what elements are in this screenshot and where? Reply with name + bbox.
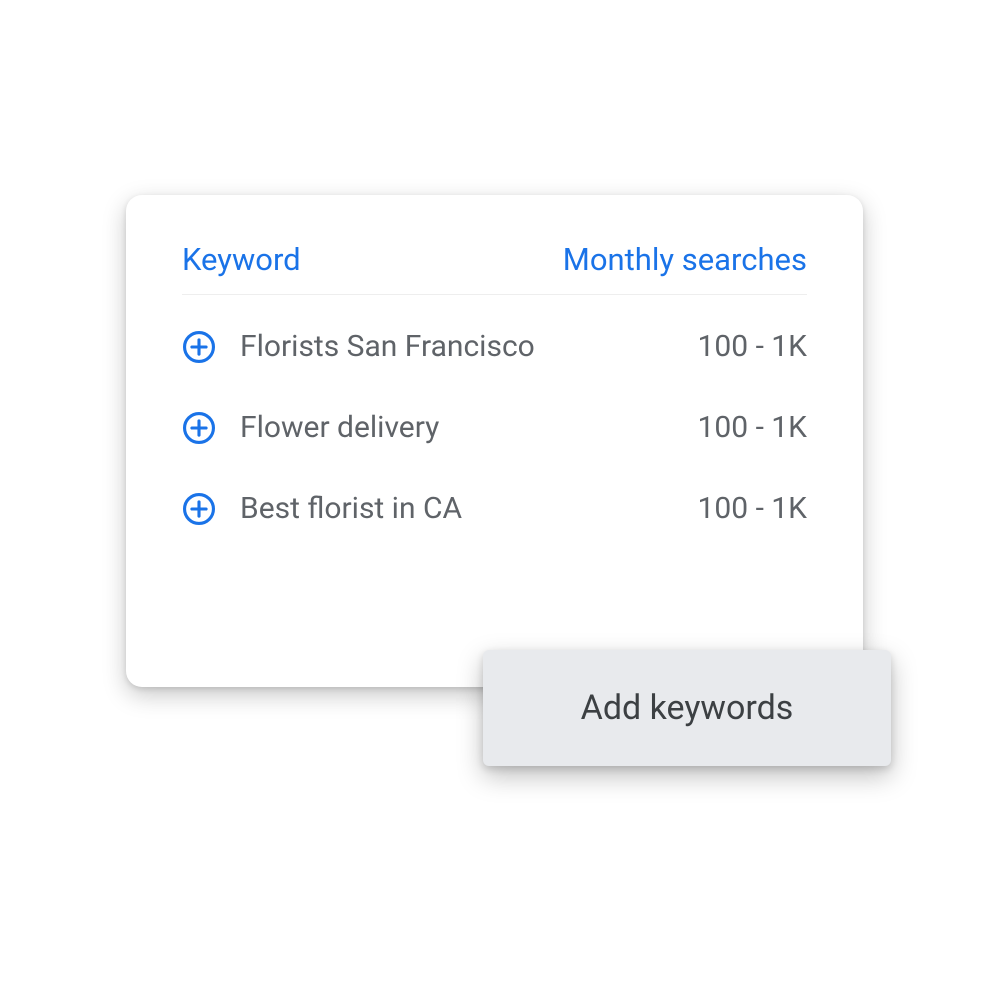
keyword-label: Best florist in CA bbox=[240, 491, 667, 526]
table-row: Flower delivery 100 - 1K bbox=[182, 410, 807, 445]
keyword-label: Flower delivery bbox=[240, 410, 667, 445]
table-row: Florists San Francisco 100 - 1K bbox=[182, 329, 807, 364]
table-body: Florists San Francisco 100 - 1K Flower d… bbox=[182, 329, 807, 526]
searches-value: 100 - 1K bbox=[667, 329, 807, 364]
add-icon[interactable] bbox=[182, 492, 216, 526]
add-icon[interactable] bbox=[182, 411, 216, 445]
keyword-label: Florists San Francisco bbox=[240, 329, 667, 364]
add-icon[interactable] bbox=[182, 330, 216, 364]
add-keywords-label: Add keywords bbox=[581, 688, 794, 728]
table-row: Best florist in CA 100 - 1K bbox=[182, 491, 807, 526]
keyword-card: Keyword Monthly searches Florists San Fr… bbox=[126, 195, 863, 687]
column-header-searches[interactable]: Monthly searches bbox=[563, 241, 807, 278]
searches-value: 100 - 1K bbox=[667, 491, 807, 526]
add-keywords-button[interactable]: Add keywords bbox=[483, 650, 891, 766]
searches-value: 100 - 1K bbox=[667, 410, 807, 445]
table-header: Keyword Monthly searches bbox=[182, 241, 807, 295]
column-header-keyword[interactable]: Keyword bbox=[182, 241, 301, 278]
